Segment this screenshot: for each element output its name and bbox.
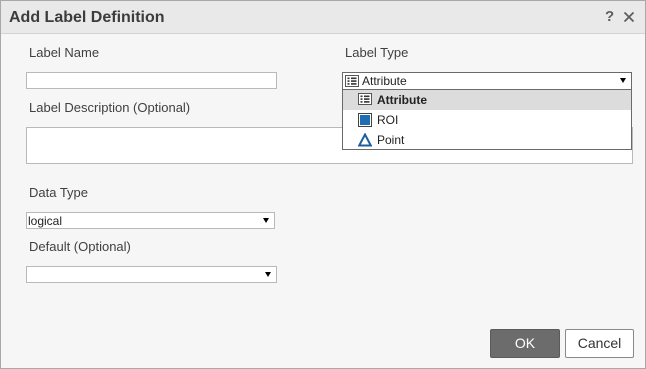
point-triangle-icon bbox=[358, 133, 372, 147]
attribute-list-icon bbox=[345, 75, 359, 87]
data-type-dropdown[interactable]: logical bbox=[26, 212, 275, 229]
data-type-label: Data Type bbox=[29, 185, 89, 200]
default-label: Default (Optional) bbox=[29, 239, 131, 254]
label-description-label: Label Description (Optional) bbox=[29, 100, 191, 115]
label-type-value: Attribute bbox=[362, 74, 407, 88]
label-name-label: Label Name bbox=[29, 45, 100, 60]
option-label: ROI bbox=[377, 113, 399, 127]
ok-button[interactable]: OK bbox=[490, 329, 560, 358]
cancel-button[interactable]: Cancel bbox=[565, 329, 634, 358]
label-type-option-attribute[interactable]: Attribute bbox=[343, 90, 631, 110]
label-type-dropdown[interactable]: Attribute bbox=[342, 72, 632, 90]
chevron-down-icon bbox=[620, 78, 626, 83]
title-bar: Add Label Definition ? bbox=[1, 1, 645, 34]
close-icon[interactable] bbox=[623, 11, 635, 23]
data-type-value: logical bbox=[28, 214, 63, 228]
default-dropdown[interactable] bbox=[26, 266, 277, 283]
label-name-input[interactable] bbox=[26, 72, 277, 89]
help-button[interactable]: ? bbox=[605, 8, 617, 26]
dialog-title: Add Label Definition bbox=[9, 9, 165, 26]
label-type-options-list: Attribute ROI Point bbox=[342, 89, 632, 150]
label-type-option-point[interactable]: Point bbox=[343, 130, 631, 150]
label-type-option-roi[interactable]: ROI bbox=[343, 110, 631, 130]
label-type-label: Label Type bbox=[345, 45, 409, 60]
chevron-down-icon bbox=[265, 272, 271, 277]
option-label: Point bbox=[377, 133, 405, 147]
attribute-list-icon bbox=[358, 93, 372, 105]
roi-square-icon bbox=[358, 113, 372, 127]
chevron-down-icon bbox=[263, 218, 269, 223]
option-label: Attribute bbox=[377, 93, 427, 107]
add-label-definition-dialog: Add Label Definition ? Label Name Label … bbox=[0, 0, 646, 369]
